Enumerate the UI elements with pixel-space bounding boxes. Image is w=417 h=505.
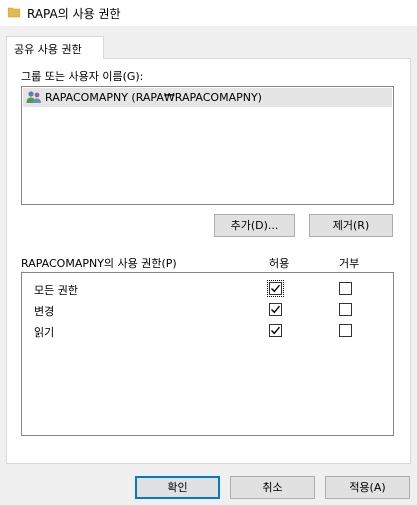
deny-checkbox[interactable]: [339, 324, 352, 337]
users-list[interactable]: RAPACOMAPNY (RAPA₩RAPACOMAPNY): [21, 86, 394, 205]
window-title: RAPA의 사용 권한: [27, 7, 121, 21]
permissions-label: RAPACOMAPNY의 사용 권한(P): [21, 257, 177, 270]
tab-panel: 그룹 또는 사용자 이름(G): RAPACOMAPNY (RAPA₩RAPAC…: [6, 58, 411, 464]
permission-row-full-control: 모든 권한: [22, 278, 393, 300]
ok-button[interactable]: 확인: [135, 476, 220, 499]
permission-row-change: 변경: [22, 299, 393, 321]
list-item[interactable]: RAPACOMAPNY (RAPA₩RAPACOMAPNY): [23, 88, 392, 107]
cancel-button[interactable]: 취소: [230, 476, 315, 499]
allow-column-header: 허용: [269, 257, 290, 270]
checkmark-icon: [271, 326, 281, 335]
deny-checkbox[interactable]: [339, 282, 352, 295]
add-button[interactable]: 추가(D)...: [214, 214, 295, 237]
checkmark-icon: [271, 305, 281, 314]
deny-checkbox[interactable]: [339, 303, 352, 316]
permission-name: 변경: [34, 305, 55, 318]
remove-button[interactable]: 제거(R): [309, 214, 393, 237]
allow-checkbox[interactable]: [267, 280, 284, 297]
permission-name: 모든 권한: [34, 284, 78, 297]
apply-button[interactable]: 적용(A): [325, 476, 410, 499]
permission-row-read: 읽기: [22, 320, 393, 342]
permission-name: 읽기: [34, 326, 55, 339]
checkmark-icon: [271, 284, 281, 293]
users-group-icon: [26, 91, 41, 103]
permissions-list: 모든 권한 변경 읽기: [21, 272, 394, 436]
allow-checkbox[interactable]: [269, 303, 282, 316]
user-name: RAPACOMAPNY (RAPA₩RAPACOMAPNY): [45, 91, 262, 104]
permissions-dialog: RAPA의 사용 권한 공유 사용 권한 그룹 또는 사용자 이름(G): RA…: [0, 0, 417, 505]
tab-label: 공유 사용 권한: [14, 43, 82, 56]
folder-icon: [8, 7, 20, 18]
deny-column-header: 거부: [339, 257, 360, 270]
users-label: 그룹 또는 사용자 이름(G):: [21, 70, 144, 83]
title-bar: RAPA의 사용 권한: [0, 0, 417, 26]
tab-share-permissions[interactable]: 공유 사용 권한: [6, 36, 104, 59]
allow-checkbox[interactable]: [269, 324, 282, 337]
